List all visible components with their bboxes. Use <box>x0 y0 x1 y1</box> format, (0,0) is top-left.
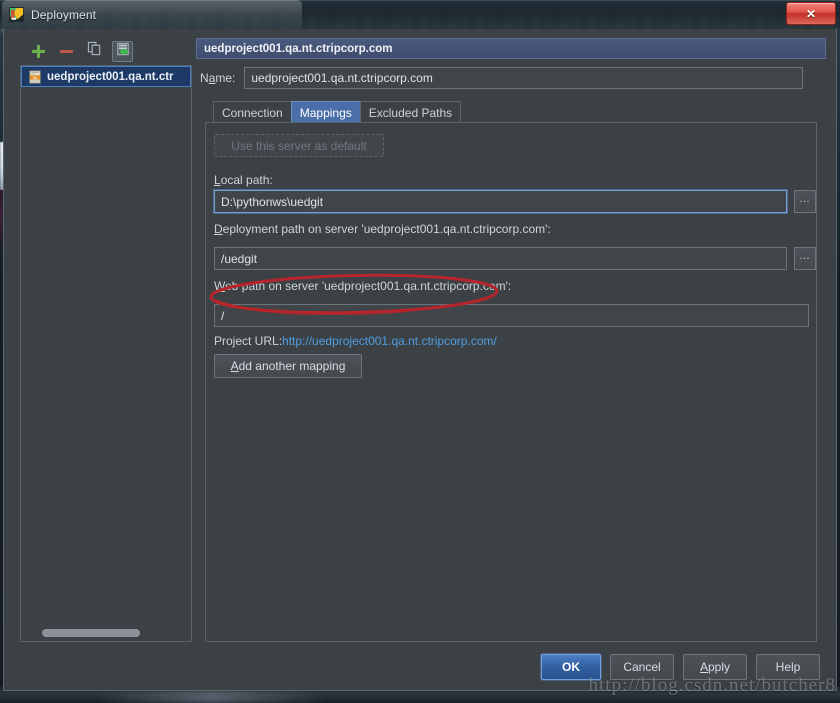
ftp-server-icon: ftp <box>28 69 42 84</box>
dialog-content: ftp uedproject001.qa.nt.ctr uedproject00… <box>3 29 837 691</box>
scrollbar-thumb[interactable] <box>42 629 140 637</box>
tab-excluded-paths[interactable]: Excluded Paths <box>359 101 462 123</box>
web-path-label: Web path on server 'uedproject001.qa.nt.… <box>214 279 512 293</box>
settings-tabs: Connection Mappings Excluded Paths <box>213 101 462 123</box>
set-default-server-button[interactable] <box>112 40 133 62</box>
local-path-label: Local path: <box>214 173 273 187</box>
add-server-button[interactable] <box>28 41 49 62</box>
screen-root: Deployment ✕ ftp uedproject001.qa.nt.ctr… <box>0 0 840 703</box>
list-item-label: uedproject001.qa.nt.ctr <box>47 70 174 83</box>
name-label: Name: <box>200 70 236 85</box>
deployment-path-label: Deployment path on server 'uedproject001… <box>214 222 551 236</box>
server-name-header: uedproject001.qa.nt.ctripcorp.com <box>196 38 826 59</box>
plus-icon <box>32 44 45 58</box>
add-another-mapping-button[interactable]: Add another mapping <box>214 354 362 378</box>
remove-server-button[interactable] <box>56 41 77 62</box>
close-icon: ✕ <box>805 6 817 21</box>
list-item[interactable]: ftp uedproject001.qa.nt.ctr <box>21 66 191 87</box>
server-stack-icon <box>116 42 130 61</box>
tab-mappings[interactable]: Mappings <box>290 101 361 123</box>
servers-panel: ftp uedproject001.qa.nt.ctr <box>20 38 192 642</box>
local-path-browse-button[interactable]: … <box>794 190 816 213</box>
project-url-link[interactable]: http://uedproject001.qa.nt.ctripcorp.com… <box>282 334 497 348</box>
local-path-input[interactable]: D:\pythonws\uedgit <box>214 190 787 213</box>
pycharm-icon <box>9 7 24 22</box>
watermark-text: http://blog.csdn.net/butcher8 <box>588 675 836 696</box>
copy-pages-icon <box>87 41 102 61</box>
deployment-path-browse-button[interactable]: … <box>794 247 816 270</box>
deployment-path-input[interactable]: /uedgit <box>214 247 787 270</box>
server-list[interactable]: ftp uedproject001.qa.nt.ctr <box>20 65 192 642</box>
page-title: uedproject001.qa.nt.ctripcorp.com <box>204 42 393 55</box>
svg-text:ftp: ftp <box>33 76 37 80</box>
window-title-group: Deployment <box>2 0 302 29</box>
server-list-hscrollbar[interactable] <box>22 626 190 640</box>
servers-toolbar <box>20 38 133 64</box>
use-server-as-default-button[interactable]: Use this server as default <box>214 134 384 157</box>
tab-connection[interactable]: Connection <box>213 101 292 123</box>
minus-icon <box>60 49 73 53</box>
name-row: Name: uedproject001.qa.nt.ctripcorp.com <box>196 66 830 89</box>
web-path-input[interactable]: / <box>214 304 809 327</box>
window-titlebar: Deployment ✕ <box>0 0 840 29</box>
name-input[interactable]: uedproject001.qa.nt.ctripcorp.com <box>244 66 804 89</box>
server-details-panel: uedproject001.qa.nt.ctripcorp.com Name: … <box>196 38 826 642</box>
project-url-row: Project URL:http://uedproject001.qa.nt.c… <box>214 334 497 348</box>
project-url-label: Project URL: <box>214 334 283 348</box>
window-title: Deployment <box>31 7 97 22</box>
close-window-button[interactable]: ✕ <box>786 2 836 25</box>
copy-server-button[interactable] <box>84 41 105 62</box>
mappings-tab-panel: Use this server as default Local path: D… <box>205 122 817 642</box>
deployment-dialog-window: Deployment ✕ ftp uedproject001.qa.nt.ctr… <box>0 0 840 694</box>
